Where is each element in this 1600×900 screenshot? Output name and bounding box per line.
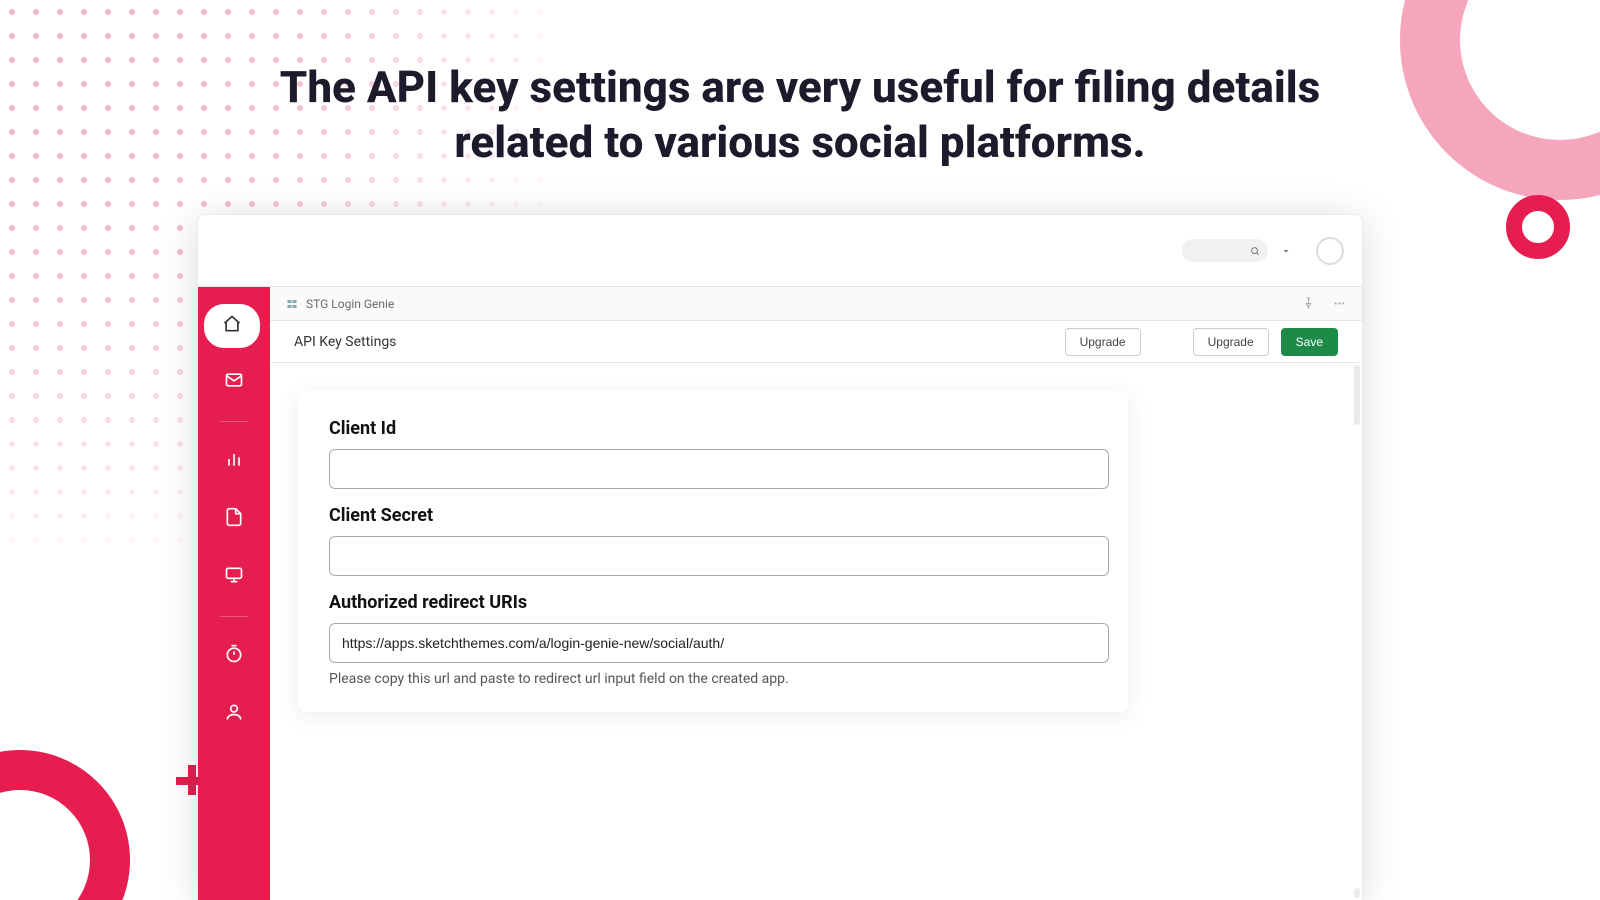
upgrade-button[interactable]: Upgrade	[1193, 328, 1269, 356]
desktop-icon	[224, 565, 244, 589]
decorative-ring-red-small	[1506, 195, 1570, 259]
topbar-caret-icon[interactable]	[1280, 245, 1292, 257]
sidebar-item-file[interactable]	[212, 495, 256, 543]
sidebar-item-analytics[interactable]	[212, 437, 256, 485]
avatar[interactable]	[1316, 237, 1344, 265]
redirect-uris-input[interactable]	[329, 623, 1109, 663]
redirect-uris-label: Authorized redirect URIs	[329, 592, 1097, 613]
sidebar-item-home[interactable]	[204, 304, 260, 348]
file-icon	[224, 507, 244, 531]
page-title: API Key Settings	[294, 334, 396, 350]
redirect-help-text: Please copy this url and paste to redire…	[329, 671, 1097, 687]
scrollbar-thumb[interactable]	[1354, 365, 1360, 425]
app-window: STG Login Genie API Key Settings Upgrade…	[198, 215, 1362, 900]
search-icon	[1250, 241, 1260, 260]
sidebar	[198, 287, 270, 900]
sidebar-divider	[220, 421, 248, 422]
topbar	[198, 215, 1362, 287]
client-secret-input[interactable]	[329, 536, 1109, 576]
upgrade-button-secondary[interactable]: Upgrade	[1065, 328, 1141, 356]
sidebar-item-timer[interactable]	[212, 632, 256, 680]
hero-headline: The API key settings are very useful for…	[0, 60, 1600, 170]
pin-icon[interactable]	[1302, 297, 1315, 310]
analytics-icon	[224, 449, 244, 473]
more-icon[interactable]	[1333, 297, 1346, 310]
timer-icon	[224, 644, 244, 668]
settings-card: Client Id Client Secret Authorized redir…	[298, 391, 1128, 712]
hero-headline-line2: related to various social platforms.	[0, 115, 1600, 170]
hero-headline-line1: The API key settings are very useful for…	[0, 60, 1600, 115]
breadcrumb-app-name[interactable]: STG Login Genie	[306, 297, 394, 311]
decorative-ring-red-left	[0, 750, 130, 900]
page-header: API Key Settings Upgrade Upgrade Save	[270, 321, 1362, 363]
mail-icon	[224, 370, 244, 394]
sidebar-item-user[interactable]	[212, 690, 256, 738]
content-area: Client Id Client Secret Authorized redir…	[270, 363, 1362, 900]
breadcrumb-app-icon	[286, 298, 298, 310]
home-icon	[222, 314, 242, 338]
scrollbar-down-arrow[interactable]	[1354, 888, 1360, 898]
sidebar-item-desktop[interactable]	[212, 553, 256, 601]
breadcrumb: STG Login Genie	[270, 287, 1362, 321]
client-secret-label: Client Secret	[329, 505, 1097, 526]
main-area: STG Login Genie API Key Settings Upgrade…	[270, 287, 1362, 900]
sidebar-divider-2	[220, 616, 248, 617]
client-id-input[interactable]	[329, 449, 1109, 489]
client-id-label: Client Id	[329, 418, 1097, 439]
search-input[interactable]	[1182, 239, 1268, 262]
sidebar-item-mail[interactable]	[212, 358, 256, 406]
user-icon	[224, 702, 244, 726]
save-button[interactable]: Save	[1281, 328, 1338, 356]
